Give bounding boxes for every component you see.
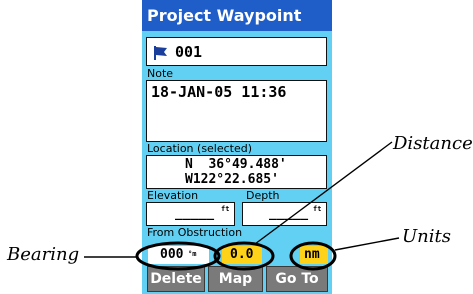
note-label: Note <box>147 67 174 80</box>
elevation-label: Elevation <box>147 189 199 202</box>
location-label: Location (selected) <box>147 142 253 155</box>
note-field[interactable]: 18-JAN-05 11:36 <box>146 80 327 142</box>
depth-label: Depth <box>246 189 280 202</box>
distance-callout: Distance <box>393 133 473 154</box>
obstruction-label: From Obstruction <box>147 226 243 239</box>
button-bar: Delete Map Go To <box>142 264 332 294</box>
elevation-unit: ft <box>221 205 230 213</box>
units-callout: Units <box>402 226 451 247</box>
location-field[interactable]: N 36°49.488' W122°22.685' <box>146 155 327 189</box>
bearing-unit: °m <box>188 250 197 258</box>
go-to-button[interactable]: Go To <box>266 266 328 292</box>
page-title: Project Waypoint <box>142 0 332 31</box>
depth-field[interactable]: _____ ft <box>242 202 327 226</box>
units-leader-line <box>334 237 400 251</box>
waypoint-name-value: 001 <box>175 43 203 61</box>
waypoint-name-field[interactable]: 001 <box>146 37 327 66</box>
depth-unit: ft <box>313 205 322 213</box>
bearing-field[interactable]: 000 °m <box>148 246 209 265</box>
waypoint-form: 001 Note 18-JAN-05 11:36 Location (selec… <box>142 31 332 265</box>
elevation-value: _____ <box>175 206 215 221</box>
units-value: nm <box>304 247 320 262</box>
distance-value: 0.0 <box>230 247 254 262</box>
units-field[interactable]: nm <box>300 246 328 265</box>
elevation-field[interactable]: _____ ft <box>146 202 235 226</box>
distance-field[interactable]: 0.0 <box>222 246 262 265</box>
bearing-callout: Bearing <box>7 244 80 265</box>
map-button[interactable]: Map <box>208 266 263 292</box>
flag-icon[interactable] <box>153 45 169 61</box>
bearing-value: 000 <box>160 247 184 262</box>
longitude-value: W122°22.685' <box>185 172 279 187</box>
delete-button[interactable]: Delete <box>147 266 205 292</box>
latitude-value: N 36°49.488' <box>185 157 287 172</box>
note-value: 18-JAN-05 11:36 <box>151 83 287 101</box>
gps-device-screen: Project Waypoint 001 Note 18-JAN-05 11:3… <box>142 0 332 294</box>
depth-value: _____ <box>269 206 309 221</box>
